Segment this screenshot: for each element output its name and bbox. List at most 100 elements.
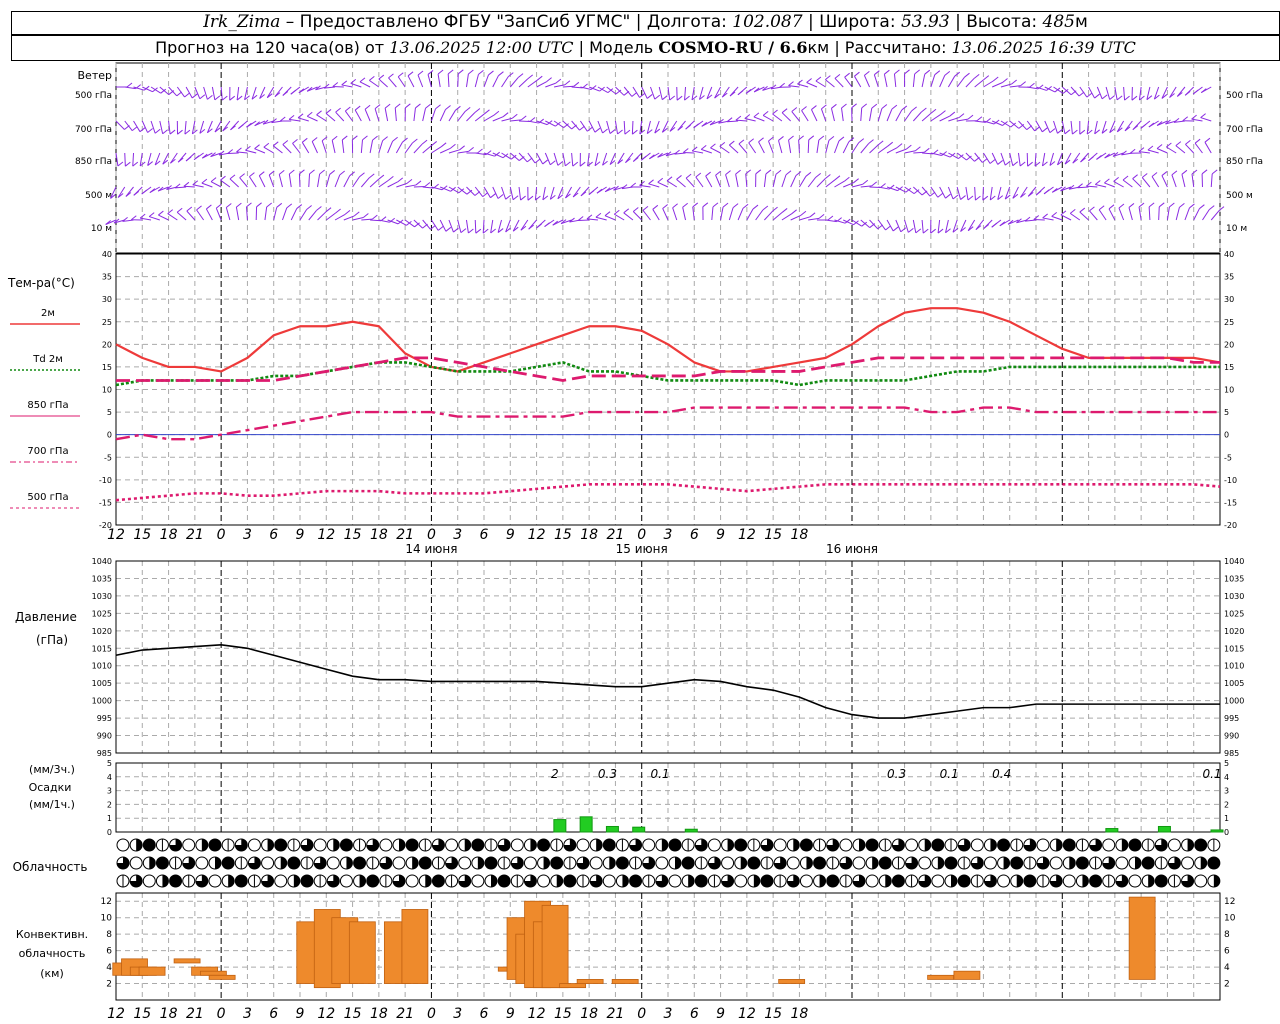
hour-label-temp: 18 [580,527,598,543]
hour-label-bottom: 0 [217,1006,226,1022]
cloud-symbol [681,856,695,870]
cloud-symbol [353,856,367,870]
cloud-symbol [537,856,551,870]
precip-bar [1210,829,1224,833]
pressure-axis-tick-left: 995 [97,714,112,723]
pressure-axis-tick-right: 1005 [1224,679,1244,688]
precip-total: 2 [551,767,559,781]
day-label: 14 июня [405,542,457,556]
cloud-symbol [839,874,853,888]
cloud-symbol [747,838,761,852]
hour-label-bottom: 18 [370,1006,388,1022]
hour-label-bottom: 12 [107,1006,125,1022]
conv-axis-tick-left: 2 [106,980,112,990]
cloud-symbol [234,838,248,852]
cloud-symbol [655,856,669,870]
precip-bar [684,828,698,833]
temp-axis-tick-right: -15 [1224,498,1237,507]
cloud-symbol [392,874,406,888]
cloud-symbol [1075,838,1089,852]
pressure-title: Давление [15,610,77,624]
pressure-axis-tick-left: 1025 [92,609,112,618]
cloud-symbol [707,874,721,888]
cloud-symbol [1128,874,1142,888]
temp-axis-tick-right: -10 [1224,476,1237,485]
cloud-symbol [182,838,196,852]
cloud-symbol [826,856,840,870]
pressure-axis-tick-left: 1000 [92,697,112,706]
temp-axis-tick-right: 20 [1224,340,1234,349]
cloud-symbol [1023,838,1037,852]
cloud-symbol [983,856,997,870]
cloud-symbol [510,838,524,852]
hour-label-bottom: 18 [580,1006,598,1022]
conv-bar [778,979,806,984]
cloud-symbol [576,838,590,852]
cloud-symbol [878,874,892,888]
cloud-symbol [405,838,419,852]
precip-axis-tick-right: 4 [1224,773,1229,782]
conv-bar [611,979,639,984]
cloud-symbol [905,874,919,888]
hour-label-temp: 9 [296,527,305,543]
cloud-symbol [944,856,958,870]
cloud-symbol [852,874,866,888]
cloud-symbol [1062,838,1076,852]
cloud-symbol [905,838,919,852]
cloud-symbol [655,874,669,888]
hour-label-bottom: 3 [453,1006,462,1022]
cloud-symbol [878,838,892,852]
cloud-symbol [142,856,156,870]
cloud-symbol [1181,838,1195,852]
cloud-symbol [642,874,656,888]
cloud-symbol [813,838,827,852]
cloud-symbol [957,874,971,888]
cloud-symbol [1115,838,1129,852]
hour-label-bottom: 6 [269,1006,278,1022]
cloud-symbol [773,856,787,870]
conv-label: Конвективн. [16,928,88,941]
temp-axis-tick-right: 25 [1224,318,1234,327]
temp-axis-tick-left: 10 [102,386,112,395]
cloud-symbol [905,856,919,870]
precip-total: 0.3 [887,767,906,781]
cloud-symbol [221,874,235,888]
temp-legend-label: 850 гПа [27,400,68,411]
cloud-symbol [629,838,643,852]
cloud-symbol [326,856,340,870]
precip-total: 0.1 [1202,767,1221,781]
temp-legend-label: Td 2м [32,354,63,365]
cloud-symbol [642,838,656,852]
hour-label-bottom: 9 [506,1006,515,1022]
pressure-axis-tick-right: 1040 [1224,557,1244,566]
wind-level-label-right: 700 гПа [1226,125,1263,135]
cloud-symbol [339,856,353,870]
cloud-symbol [1128,838,1142,852]
cloud-symbol [366,874,380,888]
cloud-symbol [1075,856,1089,870]
cloud-symbol [734,856,748,870]
cloud-symbol [563,874,577,888]
precip-total: 0.1 [940,767,959,781]
temp-axis-tick-right: 40 [1224,250,1234,259]
hour-label-temp: 3 [243,527,252,543]
cloud-symbol [707,856,721,870]
cloud-symbol [602,874,616,888]
temp-axis-tick-right: 0 [1224,431,1229,440]
cloud-symbol [826,874,840,888]
cloud-symbol [1167,856,1181,870]
cloud-symbol [681,838,695,852]
cloud-symbol [865,838,879,852]
cloud-symbol [970,874,984,888]
cloud-symbol [799,874,813,888]
cloud-symbol [1036,838,1050,852]
pressure-axis-tick-right: 1025 [1224,609,1244,618]
cloud-symbol [1181,856,1195,870]
cloud-symbol [129,838,143,852]
conv-axis-tick-right: 12 [1224,897,1235,907]
hour-label-bottom: 21 [186,1006,204,1022]
temp-axis-tick-left: 40 [102,250,112,259]
conv-axis-tick-left: 12 [101,897,112,907]
cloud-symbol [497,856,511,870]
cloud-symbol [431,856,445,870]
